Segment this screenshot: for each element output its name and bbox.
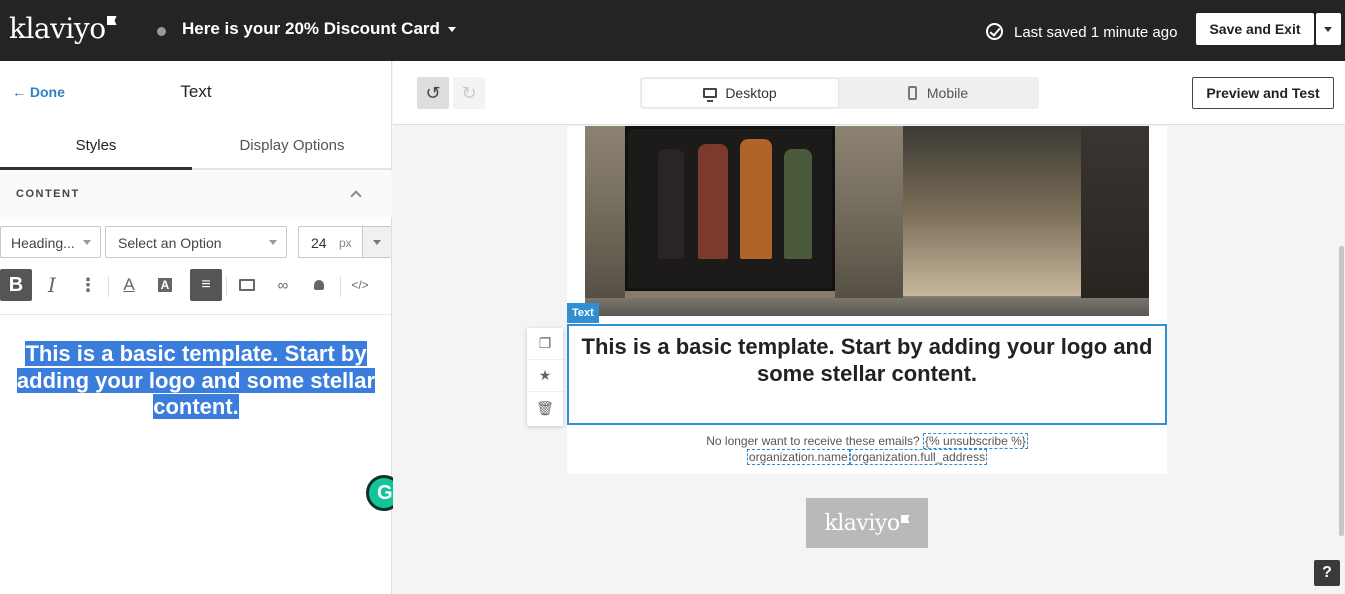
save-options-dropdown[interactable] — [1316, 13, 1341, 45]
toolbar-divider — [226, 277, 227, 297]
pavement — [585, 298, 1149, 316]
email-canvas: Text This is a basic template. Start by … — [393, 126, 1345, 594]
font-size-input[interactable]: 24 px — [298, 226, 391, 258]
text-block-content[interactable]: This is a basic template. Start by addin… — [569, 334, 1165, 387]
selected-editor-text: This is a basic template. Start by addin… — [16, 341, 376, 419]
source-code-icon[interactable]: </> — [344, 269, 376, 301]
redo-icon[interactable]: ↻ — [453, 77, 485, 109]
bold-icon[interactable]: B — [0, 269, 32, 301]
top-bar: klaviyo Here is your 20% Discount Card L… — [0, 0, 1345, 61]
toolbar-divider — [108, 277, 109, 297]
chevron-down-icon — [447, 27, 456, 33]
personalize-user-icon[interactable] — [303, 269, 335, 301]
badge-flag-icon — [900, 515, 910, 523]
stone-wall-left — [585, 126, 625, 316]
option-select[interactable]: Select an Option — [105, 226, 287, 258]
editor-toolbar: ↺ ↻ Desktop Mobile Preview and Test — [393, 61, 1345, 125]
template-title-text: Here is your 20% Discount Card — [182, 19, 440, 38]
panel-tabs: Styles Display Options — [0, 126, 392, 170]
mannequin — [658, 149, 684, 259]
star-icon[interactable]: ★ — [527, 360, 563, 392]
preview-and-test-button[interactable]: Preview and Test — [1192, 77, 1334, 109]
badge-text: klaviyo — [824, 510, 900, 536]
scrollbar[interactable] — [1339, 246, 1344, 536]
duplicate-icon[interactable]: ❐ — [527, 328, 563, 360]
formatting-toolbar: B I ⋮ A A ≡ ∞ </> — [0, 269, 392, 303]
font-size-value[interactable]: 24 — [311, 235, 327, 251]
text-block-selected[interactable]: This is a basic template. Start by addin… — [567, 324, 1167, 425]
block-type-tag: Text — [567, 303, 599, 323]
link-icon[interactable]: ∞ — [267, 269, 299, 301]
sidebar: ← Done Text Styles Display Options CONTE… — [0, 61, 402, 594]
view-toggle: Desktop Mobile — [640, 77, 1039, 109]
storefront-image[interactable] — [585, 126, 1149, 316]
save-status: Last saved 1 minute ago — [1014, 24, 1178, 41]
stone-pillar — [835, 126, 903, 316]
shop-window — [625, 126, 835, 291]
highlight-color-icon[interactable]: A — [149, 269, 181, 301]
klaviyo-logo[interactable]: klaviyo — [9, 12, 117, 45]
logo-flag-icon — [106, 16, 117, 25]
mannequin — [784, 149, 812, 259]
image-icon[interactable] — [231, 269, 263, 301]
content-section-header[interactable]: CONTENT — [0, 171, 392, 217]
chevron-down-icon — [269, 240, 277, 245]
unsubscribe-prompt: No longer want to receive these emails? — [706, 434, 920, 448]
toolbar-divider — [340, 277, 341, 297]
panel-title: Text — [180, 82, 212, 101]
email-footer[interactable]: No longer want to receive these emails? … — [567, 433, 1167, 465]
desktop-label: Desktop — [725, 85, 777, 101]
desktop-view-button[interactable]: Desktop — [642, 79, 838, 107]
logo-text: klaviyo — [9, 12, 106, 45]
rich-text-editor[interactable]: This is a basic template. Start by addin… — [6, 341, 386, 421]
section-label: CONTENT — [16, 188, 80, 200]
mobile-label: Mobile — [926, 85, 969, 101]
more-options-icon[interactable]: ⋮ — [72, 269, 104, 301]
shop-interior — [903, 126, 1081, 296]
help-button[interactable]: ? — [1314, 560, 1340, 586]
block-actions: ❐ ★ 🗑 — [527, 328, 563, 426]
tab-display-options[interactable]: Display Options — [192, 126, 392, 170]
font-size-unit: px — [339, 236, 352, 250]
email-body: Text This is a basic template. Start by … — [567, 126, 1167, 474]
mobile-icon — [907, 86, 917, 100]
desktop-icon — [703, 88, 718, 102]
check-circle-icon — [986, 23, 1003, 40]
mannequin — [698, 144, 728, 259]
dark-door — [1081, 126, 1149, 316]
status-dot — [157, 27, 166, 36]
org-name-tag: organization.name — [746, 449, 850, 465]
chevron-up-icon[interactable] — [350, 190, 362, 202]
italic-icon[interactable]: I — [36, 269, 68, 301]
save-and-exit-button[interactable]: Save and Exit — [1196, 13, 1314, 45]
mannequin — [740, 139, 772, 259]
text-color-icon[interactable]: A — [113, 269, 145, 301]
unsubscribe-tag: {% unsubscribe %} — [923, 433, 1028, 449]
heading-select-value: Heading... — [11, 235, 75, 251]
tab-styles[interactable]: Styles — [0, 126, 192, 170]
klaviyo-badge: klaviyo — [806, 498, 928, 548]
undo-icon[interactable]: ↺ — [417, 77, 449, 109]
chevron-down-icon — [83, 240, 91, 245]
org-address-tag: organization.full_address — [849, 449, 988, 465]
trash-icon[interactable]: 🗑 — [527, 392, 563, 424]
mobile-view-button[interactable]: Mobile — [840, 79, 1036, 107]
heading-select[interactable]: Heading... — [0, 226, 101, 258]
divider — [0, 314, 392, 315]
align-center-icon[interactable]: ≡ — [190, 269, 222, 301]
template-title[interactable]: Here is your 20% Discount Card — [182, 19, 456, 39]
option-select-value: Select an Option — [118, 235, 222, 251]
font-size-dropdown[interactable] — [362, 227, 391, 257]
